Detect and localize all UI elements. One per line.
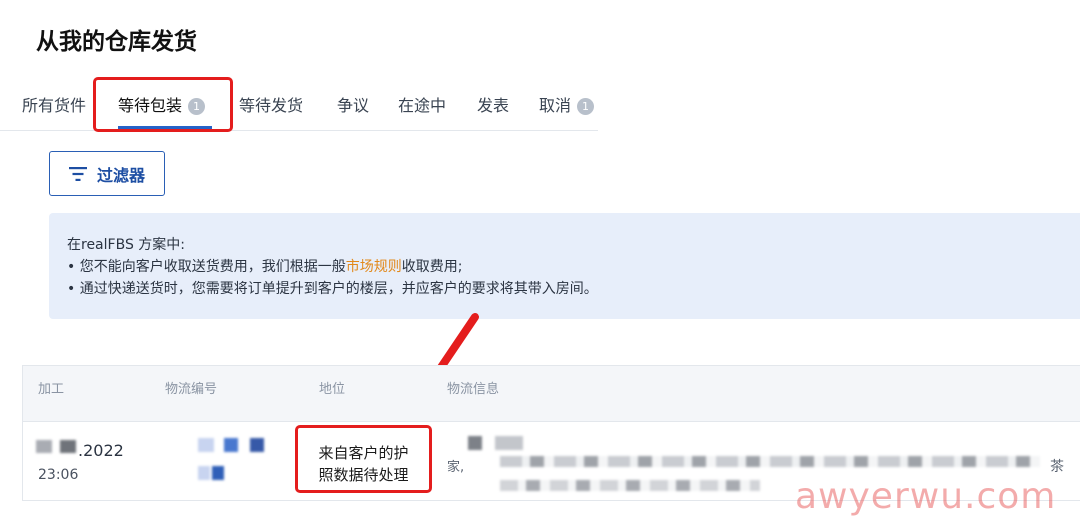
- status-cell-highlighted: 来自客户的护 照数据待处理: [295, 425, 432, 493]
- redacted-block: [198, 466, 210, 480]
- column-header: 物流信息: [447, 382, 500, 397]
- redacted-block: [468, 436, 482, 450]
- redacted-text: [500, 480, 760, 491]
- tab-label: 等待发货: [239, 96, 304, 115]
- redacted-block: [212, 466, 224, 480]
- notice-line-1: • 您不能向客户收取送货费用，我们根据一般市场规则收取费用;: [67, 256, 1080, 278]
- tab-label: 发表: [477, 96, 510, 115]
- column-header: 物流编号: [165, 382, 218, 397]
- order-time: 23:06: [38, 467, 79, 483]
- redacted-block: [250, 438, 264, 452]
- filter-button[interactable]: 过滤器: [49, 151, 165, 196]
- redacted-block: [224, 438, 238, 452]
- tab-in-transit[interactable]: 在途中: [398, 92, 446, 116]
- column-header: 加工: [38, 382, 65, 397]
- notice-line-2: • 通过快递送货时，您需要将订单提升到客户的楼层，并应客户的要求将其带入房间。: [67, 281, 598, 297]
- tab-label: 取消: [539, 96, 572, 115]
- info-notice: 在realFBS 方案中: • 您不能向客户收取送货费用，我们根据一般市场规则收…: [49, 213, 1080, 319]
- tab-label: 争议: [337, 96, 370, 115]
- redacted-text: [500, 456, 1040, 467]
- notice-text: • 您不能向客户收取送货费用，我们根据一般: [67, 259, 346, 275]
- logistics-info-prefix: 家,: [447, 460, 465, 475]
- watermark: awyerwu.com: [795, 476, 1057, 517]
- status-text: 照数据待处理: [318, 466, 409, 484]
- status-text: 来自客户的护: [318, 444, 409, 462]
- redacted-block: [495, 436, 523, 450]
- column-header: 地位: [319, 382, 346, 397]
- order-date: .2022: [78, 441, 124, 460]
- page-title: 从我的仓库发货: [36, 29, 197, 55]
- logistics-info-suffix: 茶: [1050, 459, 1064, 475]
- tab-awaiting-shipment[interactable]: 等待发货: [239, 92, 303, 116]
- tab-cancelled[interactable]: 取消 1: [539, 92, 595, 116]
- notice-text: 收取费用;: [401, 259, 463, 275]
- tab-label: 在途中: [398, 96, 447, 115]
- highlight-annotation-tab: [93, 77, 233, 132]
- filter-icon: [68, 166, 87, 181]
- filter-label: 过滤器: [96, 165, 145, 185]
- tab-bar: 所有货件 等待包装 1 等待发货 争议 在途中 发表 取消 1: [0, 88, 598, 131]
- redacted-block: [60, 440, 76, 453]
- tab-label: 所有货件: [22, 96, 87, 115]
- tab-disputes[interactable]: 争议: [337, 92, 369, 116]
- count-badge: 1: [577, 98, 595, 115]
- table-header: 加工 物流编号 地位 物流信息: [23, 366, 1080, 422]
- market-rules-link[interactable]: 市场规则: [346, 259, 402, 275]
- redacted-block: [36, 440, 52, 453]
- notice-heading: 在realFBS 方案中:: [67, 237, 185, 253]
- redacted-block: [198, 438, 214, 452]
- tab-published[interactable]: 发表: [477, 92, 509, 116]
- tab-all-shipments[interactable]: 所有货件: [22, 92, 86, 116]
